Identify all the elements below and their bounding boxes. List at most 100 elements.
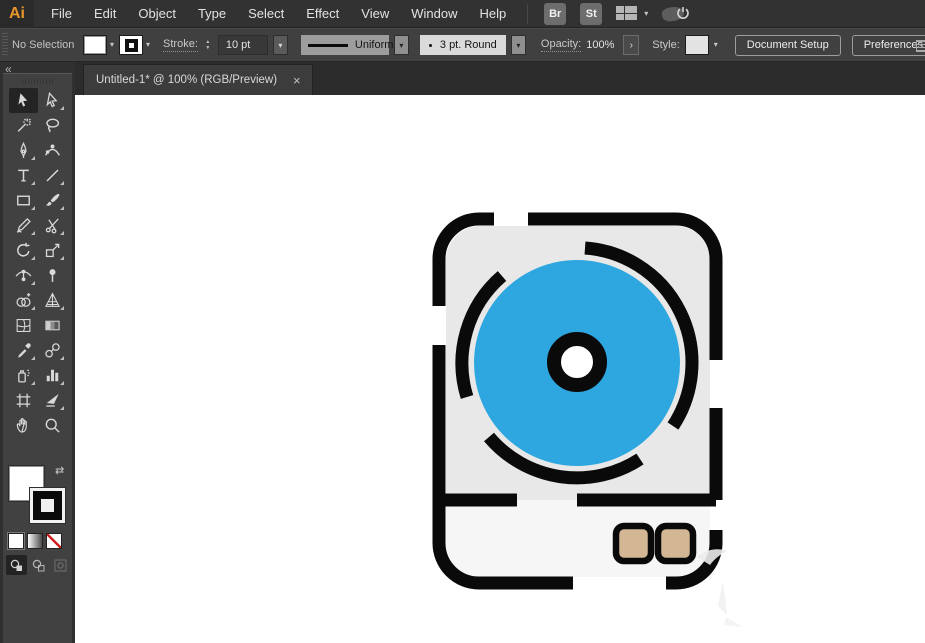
symbol-sprayer-tool[interactable] [9,363,38,388]
eyedropper-icon [17,343,31,358]
document-tab[interactable]: Untitled-1* @ 100% (RGB/Preview) × [83,64,313,95]
perspective-grid-icon [44,292,60,307]
style-label[interactable]: Style: [652,39,680,51]
curvature-tool[interactable] [38,138,67,163]
selection-icon [17,93,27,107]
draw-behind-button[interactable] [28,555,49,575]
line-segment-icon [45,169,59,182]
panel-grip[interactable] [21,79,54,84]
fill-swatch[interactable] [83,35,107,55]
stroke-label[interactable]: Stroke: [163,38,198,52]
artboard-icon [16,393,30,408]
stroke-weight-dropdown-button[interactable]: ▾ [272,35,288,55]
opacity-value[interactable]: 100% [586,39,618,51]
gradient-tool[interactable] [38,313,67,338]
close-tab-icon[interactable]: × [293,74,301,87]
gradient-button[interactable] [27,533,43,549]
draw-inside-button[interactable] [50,555,71,575]
width-tool[interactable] [9,263,38,288]
fill-color-control[interactable]: ▾ [83,35,114,55]
brush-dropdown-button[interactable]: ▾ [510,35,526,55]
menu-select[interactable]: Select [237,0,295,27]
lasso-tool[interactable] [38,113,67,138]
stroke-color-control[interactable]: ▾ [119,35,150,55]
tools-panel-body: ⇄ [3,73,72,643]
workspace-switcher[interactable]: ▾ [616,6,648,21]
width-profile-select[interactable]: Uniform [300,35,393,55]
perspective-grid-tool[interactable] [38,288,67,313]
device-button-right[interactable] [654,522,697,565]
bridge-button[interactable]: Br [544,2,567,25]
stroke-hole-icon [41,499,54,512]
stepper-down-icon[interactable]: ▼ [203,46,213,51]
stroke-weight-value[interactable]: 10 pt [217,35,268,55]
draw-normal-button[interactable] [6,555,27,575]
chevron-down-icon: ▾ [644,8,649,18]
slice-tool[interactable] [38,388,67,413]
opacity-expand-button[interactable]: › [623,35,640,55]
menu-type[interactable]: Type [187,0,237,27]
stroke-ring-icon [124,38,138,52]
hand-tool[interactable] [9,413,38,438]
eyedropper-tool[interactable] [9,338,38,363]
menu-effect[interactable]: Effect [295,0,350,27]
preferences-button[interactable]: Preferences [851,34,925,56]
selection-tool[interactable] [8,88,38,113]
none-button[interactable] [46,533,62,549]
scale-tool[interactable] [38,238,67,263]
tools-panel: « ⇄ [0,62,75,643]
blend-tool[interactable] [38,338,67,363]
canvas[interactable] [75,95,925,643]
panel-grip[interactable] [2,33,8,57]
puppet-warp-tool[interactable] [38,263,67,288]
magic-wand-tool[interactable] [9,113,38,138]
line-segment-tool[interactable] [38,163,67,188]
menu-edit[interactable]: Edit [83,0,127,27]
column-graph-tool[interactable] [38,363,67,388]
stroke-swatch[interactable] [119,35,144,55]
curvature-icon [44,144,60,156]
artboard-tool[interactable] [9,388,38,413]
menu-object[interactable]: Object [127,0,187,27]
direct-selection-tool[interactable] [38,88,67,113]
document-setup-button[interactable]: Document Setup [734,34,841,56]
type-tool[interactable] [9,163,38,188]
scissors-icon [45,218,59,234]
width-profile-preview-icon [307,43,348,47]
menu-file[interactable]: File [40,0,83,27]
panel-toggle-icon[interactable] [916,40,925,52]
pen-tool[interactable] [9,138,38,163]
style-swatch[interactable] [684,35,709,55]
menu-help[interactable]: Help [468,0,517,27]
shaper-tool[interactable] [9,213,38,238]
rectangle-tool[interactable] [9,188,38,213]
chevron-down-icon[interactable]: ▾ [714,41,718,49]
stock-button[interactable]: St [580,2,603,25]
opacity-label[interactable]: Opacity: [540,38,582,52]
gpu-performance-button[interactable] [661,4,690,24]
stroke-weight-stepper[interactable]: ▲ ▼ [203,40,213,51]
width-profile-dropdown-button[interactable]: ▾ [393,35,409,55]
swap-fill-stroke-icon[interactable]: ⇄ [55,464,64,477]
chevron-down-icon[interactable]: ▾ [110,41,114,49]
zoom-tool[interactable] [38,413,67,438]
device-button-left[interactable] [612,522,655,565]
paintbrush-tool[interactable] [38,188,67,213]
stroke-proxy-swatch[interactable] [30,488,65,523]
shape-builder-tool[interactable] [9,288,38,313]
hand-icon [16,417,27,433]
artboard-artwork[interactable] [75,95,925,643]
hard-drive-artwork[interactable] [432,212,743,627]
menu-window[interactable]: Window [400,0,468,27]
stepper-up-icon[interactable]: ▲ [203,40,213,45]
mesh-tool[interactable] [9,313,38,338]
scissors-tool[interactable] [38,213,67,238]
color-button[interactable] [7,532,25,550]
brush-select[interactable]: 3 pt. Round [419,35,506,55]
disc-hub[interactable] [547,332,607,392]
chevron-down-icon[interactable]: ▾ [146,41,150,49]
menu-view[interactable]: View [350,0,400,27]
paintbrush-icon [45,193,60,206]
scale-icon [45,243,59,258]
rotate-tool[interactable] [9,238,38,263]
